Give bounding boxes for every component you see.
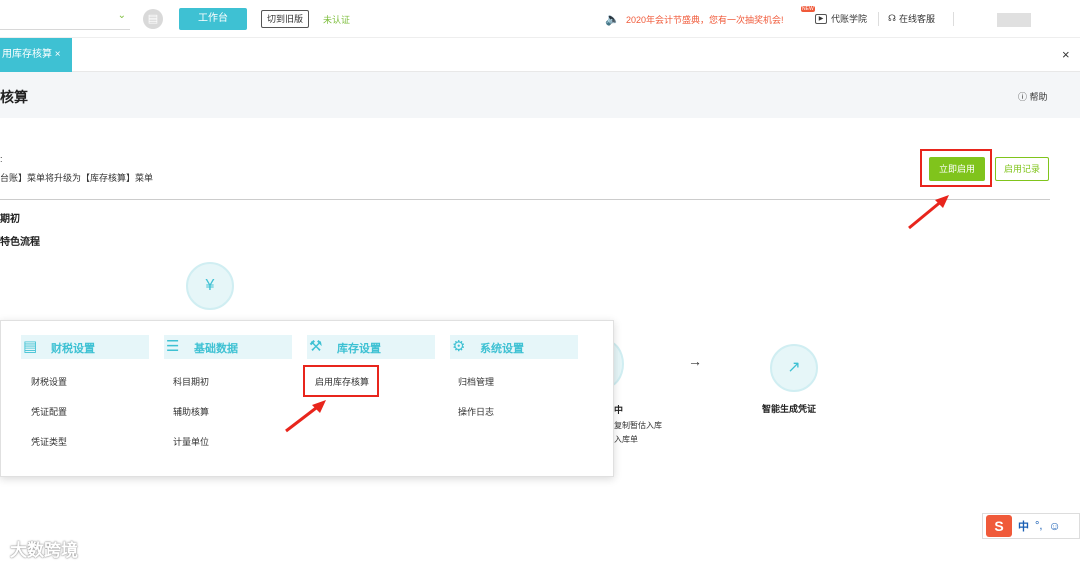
col-head-finance-tax: ▤ 财税设置 <box>21 335 149 359</box>
workbench-button[interactable]: 工作台 <box>179 8 247 30</box>
menu-item-voucher-type[interactable]: 凭证类型 <box>31 435 67 448</box>
col-head-inventory-settings: ⚒ 库存设置 <box>307 335 435 359</box>
chevron-down-icon: ⌄ <box>117 10 126 21</box>
highlight-box <box>303 365 379 397</box>
col-title: 基础数据 <box>194 343 238 355</box>
partial-step-label: 中 <box>614 405 624 415</box>
menu-item-archive[interactable]: 归档管理 <box>458 375 494 388</box>
partial-step-desc: 入库单 <box>614 435 638 444</box>
menu-item-account-opening[interactable]: 科目期初 <box>173 375 209 388</box>
new-badge: NEW <box>801 6 815 12</box>
divider <box>953 12 954 26</box>
menu-item-finance-tax-settings[interactable]: 财税设置 <box>31 375 67 388</box>
close-icon[interactable]: × <box>1062 47 1070 62</box>
partial-step-desc: 复制暂估入库 <box>614 421 662 430</box>
tab-enable-inventory[interactable]: 用库存核算 × <box>0 38 72 72</box>
menu-item-operation-log[interactable]: 操作日志 <box>458 405 494 418</box>
academy-label: 代账学院 <box>831 14 868 24</box>
section-feature-flow: 特色流程 <box>0 237 40 248</box>
video-play-icon: ▶ <box>815 13 827 24</box>
help-icon: ⓘ <box>1018 92 1028 102</box>
col-title: 财税设置 <box>51 343 95 355</box>
page-header: 核算 ⓘ 帮助 <box>0 72 1080 118</box>
basic-data-icon: ☰ <box>166 338 180 355</box>
ime-lang-toggle[interactable]: 中 <box>1018 518 1029 534</box>
ime-punct-toggle[interactable]: °, <box>1035 520 1042 532</box>
promo-text: 2020年会计节盛典，您有一次抽奖机会! <box>625 14 784 25</box>
intro-bullet: : <box>0 154 3 164</box>
user-name[interactable] <box>997 13 1031 27</box>
promo-banner[interactable]: 🔈 2020年会计节盛典，您有一次抽奖机会! <box>605 12 783 26</box>
ime-toolbar[interactable]: S 中 °, ☺ <box>982 513 1080 539</box>
col-title: 库存设置 <box>337 343 381 355</box>
sogou-logo-icon[interactable]: S <box>986 515 1012 537</box>
speaker-icon: 🔈 <box>605 12 620 26</box>
highlight-box <box>920 149 992 187</box>
system-settings-icon: ⚙ <box>452 338 466 355</box>
flow-arrow: → <box>688 353 702 369</box>
headset-icon: ☊ <box>888 13 896 23</box>
top-bar: ⌄ ▤ 工作台 切到旧版 未认证 🔈 2020年会计节盛典，您有一次抽奖机会! … <box>0 0 1080 38</box>
help-link[interactable]: ⓘ 帮助 <box>1018 90 1048 103</box>
academy-link[interactable]: NEW ▶ 代账学院 <box>801 6 868 25</box>
finance-tax-icon: ▤ <box>23 338 38 355</box>
col-head-system-settings: ⚙ 系统设置 <box>450 335 578 359</box>
menu-item-auxiliary[interactable]: 辅助核算 <box>173 405 209 418</box>
menu-list-icon[interactable]: ▤ <box>143 9 163 29</box>
auth-status-link[interactable]: 未认证 <box>323 13 350 26</box>
help-label: 帮助 <box>1029 92 1048 102</box>
enable-records-button[interactable]: 启用记录 <box>995 157 1049 181</box>
section-opening: 期初 <box>0 214 20 225</box>
voucher-label: 智能生成凭证 <box>762 404 817 414</box>
menu-item-units[interactable]: 计量单位 <box>173 435 209 448</box>
annotation-arrow <box>285 400 326 433</box>
switch-old-version-button[interactable]: 切到旧版 <box>261 10 309 28</box>
section-divider <box>0 199 1050 200</box>
service-label: 在线客服 <box>899 14 936 24</box>
tab-bar: 用库存核算 × × <box>0 38 1080 72</box>
voucher-icon: ↗ <box>770 344 818 392</box>
annotation-arrow <box>908 195 949 230</box>
watermark: 大数跨境 <box>10 541 78 560</box>
col-title: 系统设置 <box>480 343 524 355</box>
divider <box>878 12 879 26</box>
ledger-icon: ¥ <box>186 262 234 310</box>
inventory-settings-icon: ⚒ <box>309 338 323 355</box>
company-select[interactable]: ⌄ <box>0 8 130 30</box>
menu-item-voucher-config[interactable]: 凭证配置 <box>31 405 67 418</box>
ime-emoji-icon[interactable]: ☺ <box>1048 519 1060 533</box>
page-title: 核算 <box>0 89 28 105</box>
col-head-basic-data: ☰ 基础数据 <box>164 335 292 359</box>
intro-text: 台账】菜单将升级为【库存核算】菜单 <box>0 173 154 183</box>
online-service-link[interactable]: ☊ 在线客服 <box>888 12 935 25</box>
